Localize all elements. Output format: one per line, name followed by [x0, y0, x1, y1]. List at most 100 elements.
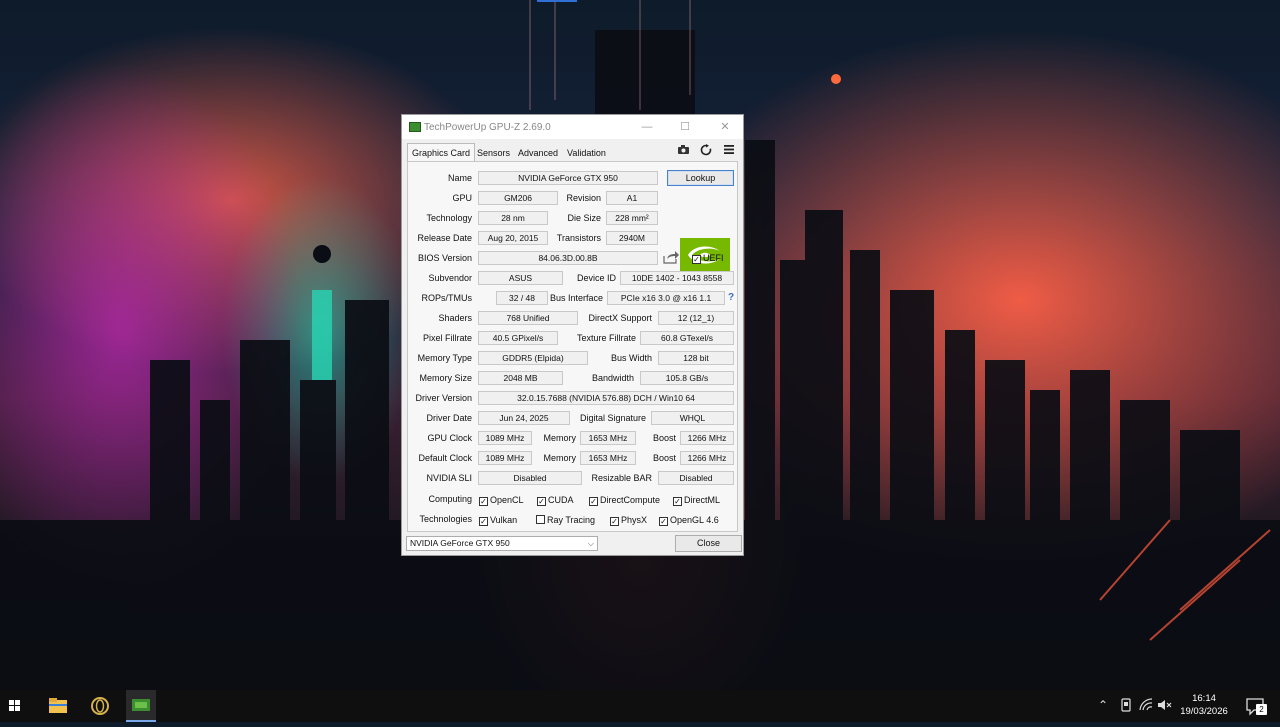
refresh-icon[interactable] [699, 144, 713, 158]
rops-tmus-field[interactable]: 32 / 48 [496, 291, 548, 305]
tab-graphics-card[interactable]: Graphics Card [407, 143, 476, 162]
uefi-checkbox-box[interactable]: ✓ [692, 255, 701, 264]
directml-checkbox[interactable]: ✓ DirectML [673, 494, 720, 506]
texture-fillrate-label: Texture Fillrate [576, 333, 636, 343]
ray-tracing-checkbox[interactable]: Ray Tracing [536, 514, 595, 526]
ray-tracing-checkbox-box[interactable] [536, 515, 545, 524]
default-memory-label: Memory [543, 453, 576, 463]
vulkan-label: Vulkan [490, 515, 518, 525]
driver-version-field[interactable]: 32.0.15.7688 (NVIDIA 576.88) DCH / Win10… [478, 391, 734, 405]
opengl-checkbox-box[interactable]: ✓ [659, 517, 668, 526]
opencl-checkbox-box[interactable]: ✓ [479, 497, 488, 506]
opengl-checkbox[interactable]: ✓ OpenGL 4.6 [659, 514, 719, 526]
subvendor-label: Subvendor [428, 273, 472, 283]
physx-checkbox-box[interactable]: ✓ [610, 517, 619, 526]
memory-size-field[interactable]: 2048 MB [478, 371, 563, 385]
close-window-button[interactable]: ✕ [710, 117, 740, 137]
bandwidth-field[interactable]: 105.8 GB/s [640, 371, 734, 385]
file-explorer-icon[interactable] [44, 690, 72, 722]
rops-tmus-label: ROPs/TMUs [421, 293, 473, 303]
technology-label: Technology [426, 213, 472, 223]
directml-label: DirectML [684, 495, 721, 505]
driver-date-label: Driver Date [426, 413, 472, 423]
gpu-memory-field[interactable]: 1653 MHz [580, 431, 636, 445]
clock-date: 19/03/2026 [1180, 706, 1228, 717]
driver-date-field[interactable]: Jun 24, 2025 [478, 411, 570, 425]
wifi-icon[interactable] [1139, 698, 1153, 715]
title-bar[interactable]: TechPowerUp GPU-Z 2.69.0 — ☐ ✕ [402, 115, 743, 139]
uefi-checkbox[interactable]: ✓ UEFI [692, 252, 724, 264]
gpu-select-dropdown[interactable]: NVIDIA GeForce GTX 950 ⌵ [406, 536, 598, 551]
close-button[interactable]: Close [675, 535, 742, 552]
opencl-checkbox[interactable]: ✓ OpenCL [479, 494, 524, 506]
subvendor-field[interactable]: ASUS [478, 271, 563, 285]
device-id-field[interactable]: 10DE 1402 - 1043 8558 [620, 271, 734, 285]
vulkan-checkbox-box[interactable]: ✓ [479, 517, 488, 526]
technology-field[interactable]: 28 nm [478, 211, 548, 225]
nvidia-sli-field[interactable]: Disabled [478, 471, 582, 485]
resizable-bar-label: Resizable BAR [591, 473, 652, 483]
gpu-field[interactable]: GM206 [478, 191, 558, 205]
gpu-z-icon[interactable] [126, 690, 156, 722]
menu-icon[interactable] [722, 144, 736, 158]
shaders-field[interactable]: 768 Unified [478, 311, 578, 325]
graphics-card-panel: Name NVIDIA GeForce GTX 950 Lookup GPU G… [407, 161, 738, 532]
directcompute-checkbox-box[interactable]: ✓ [589, 497, 598, 506]
bus-interface-field[interactable]: PCIe x16 3.0 @ x16 1.1 [607, 291, 725, 305]
camera-icon[interactable] [676, 144, 690, 158]
directx-support-field[interactable]: 12 (12_1) [658, 311, 734, 325]
die-size-label: Die Size [567, 213, 601, 223]
start-button[interactable] [4, 690, 26, 722]
notification-center-button[interactable]: 2 [1242, 690, 1268, 722]
resizable-bar-field[interactable]: Disabled [658, 471, 734, 485]
name-label: Name [447, 173, 472, 183]
chevron-down-icon[interactable]: ⌵ [588, 537, 594, 550]
transistors-field[interactable]: 2940M [606, 231, 658, 245]
digital-signature-label: Digital Signature [579, 413, 646, 423]
gpu-clock-field[interactable]: 1089 MHz [478, 431, 532, 445]
digital-signature-field[interactable]: WHQL [651, 411, 734, 425]
chevron-up-icon[interactable]: ⌃ [1098, 698, 1108, 712]
revision-label: Revision [566, 193, 601, 203]
default-clock-field[interactable]: 1089 MHz [478, 451, 532, 465]
cuda-checkbox[interactable]: ✓ CUDA [537, 494, 574, 506]
cuda-checkbox-box[interactable]: ✓ [537, 497, 546, 506]
gpu-z-app-icon [409, 122, 421, 132]
share-icon[interactable] [663, 250, 679, 264]
texture-fillrate-field[interactable]: 60.8 GTexel/s [640, 331, 734, 345]
gpu-z-window: TechPowerUp GPU-Z 2.69.0 — ☐ ✕ Graphics … [401, 114, 744, 556]
window-title: TechPowerUp GPU-Z 2.69.0 [424, 122, 551, 133]
tab-sensors[interactable]: Sensors [473, 145, 514, 161]
name-field[interactable]: NVIDIA GeForce GTX 950 [478, 171, 658, 185]
memory-size-label: Memory Size [419, 373, 472, 383]
minimize-button[interactable]: — [632, 117, 662, 137]
die-size-field[interactable]: 228 mm² [606, 211, 658, 225]
opera-gx-icon[interactable] [86, 690, 114, 722]
maximize-button[interactable]: ☐ [670, 117, 700, 137]
device-icon[interactable] [1120, 698, 1132, 715]
default-boost-field[interactable]: 1266 MHz [680, 451, 734, 465]
system-clock[interactable]: 16:14 19/03/2026 [1174, 692, 1234, 718]
bus-interface-help-icon[interactable]: ? [726, 292, 736, 303]
gpu-boost-field[interactable]: 1266 MHz [680, 431, 734, 445]
pixel-fillrate-field[interactable]: 40.5 GPixel/s [478, 331, 558, 345]
default-clock-label: Default Clock [418, 453, 472, 463]
revision-field[interactable]: A1 [606, 191, 658, 205]
default-memory-field[interactable]: 1653 MHz [580, 451, 636, 465]
release-date-field[interactable]: Aug 20, 2015 [478, 231, 548, 245]
gpu-boost-label: Boost [652, 433, 676, 443]
physx-checkbox[interactable]: ✓ PhysX [610, 514, 647, 526]
lookup-button[interactable]: Lookup [667, 170, 734, 186]
volume-muted-icon[interactable] [1157, 698, 1173, 715]
tab-validation[interactable]: Validation [563, 145, 610, 161]
vulkan-checkbox[interactable]: ✓ Vulkan [479, 514, 517, 526]
directcompute-checkbox[interactable]: ✓ DirectCompute [589, 494, 660, 506]
transistors-label: Transistors [556, 233, 601, 243]
directml-checkbox-box[interactable]: ✓ [673, 497, 682, 506]
gpu-label: GPU [452, 193, 472, 203]
bandwidth-label: Bandwidth [591, 373, 634, 383]
bios-version-field[interactable]: 84.06.3D.00.8B [478, 251, 658, 265]
memory-type-field[interactable]: GDDR5 (Elpida) [478, 351, 588, 365]
tab-advanced[interactable]: Advanced [514, 145, 562, 161]
bus-width-field[interactable]: 128 bit [658, 351, 734, 365]
